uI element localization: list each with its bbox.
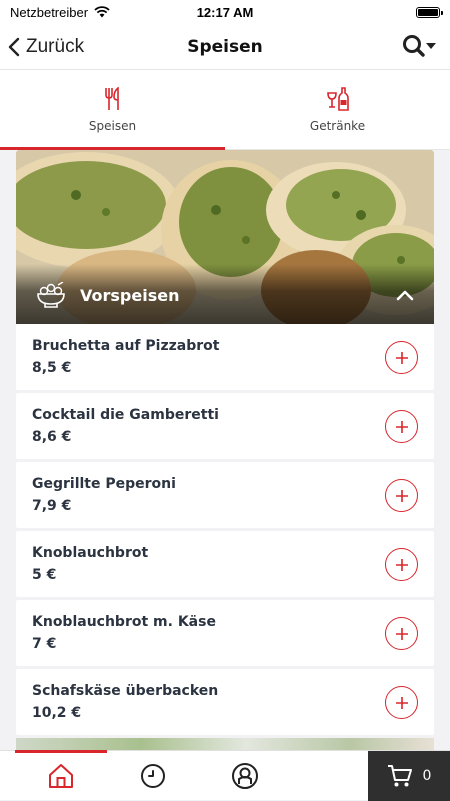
item-name: Bruchetta auf Pizzabrot	[32, 338, 418, 354]
add-to-cart-button[interactable]	[385, 479, 418, 512]
back-label: Zurück	[26, 36, 84, 58]
add-to-cart-button[interactable]	[385, 341, 418, 374]
item-name: Schafskäse überbacken	[32, 683, 418, 699]
status-left: Netzbetreiber	[10, 5, 110, 20]
tab-label: Speisen	[89, 119, 136, 133]
menu-item[interactable]: Cocktail die Gamberetti 8,6 €	[16, 393, 434, 459]
search-icon	[402, 33, 426, 59]
add-to-cart-button[interactable]	[385, 548, 418, 581]
chevron-left-icon	[8, 37, 20, 57]
menu-item[interactable]: Gegrillte Peperoni 7,9 €	[16, 462, 434, 528]
page-title: Speisen	[187, 37, 263, 57]
menu-item[interactable]: Schafskäse überbacken 10,2 €	[16, 669, 434, 735]
item-price: 7 €	[32, 636, 418, 652]
cart-icon	[387, 764, 413, 788]
orders-tab[interactable]	[107, 751, 199, 801]
tab-label: Getränke	[310, 119, 365, 133]
cart-button[interactable]: 0	[368, 751, 450, 801]
item-price: 10,2 €	[32, 705, 418, 721]
category-bar: Vorspeisen	[16, 266, 434, 324]
item-price: 7,9 €	[32, 498, 418, 514]
salad-bowl-icon	[36, 282, 66, 308]
plus-icon	[395, 420, 409, 434]
drinks-icon	[326, 87, 350, 111]
plus-icon	[395, 489, 409, 503]
navigation-bar: Zurück Speisen	[0, 24, 450, 70]
next-category-image[interactable]	[16, 738, 434, 750]
cutlery-icon	[104, 87, 122, 111]
menu-item[interactable]: Knoblauchbrot m. Käse 7 €	[16, 600, 434, 666]
home-tab[interactable]	[15, 751, 107, 801]
add-to-cart-button[interactable]	[385, 617, 418, 650]
item-price: 8,6 €	[32, 429, 418, 445]
status-bar: Netzbetreiber 12:17 AM	[0, 0, 450, 24]
cart-count: 0	[423, 768, 432, 784]
plus-icon	[395, 627, 409, 641]
tab-getraenke[interactable]: Getränke	[225, 70, 450, 149]
carrier-label: Netzbetreiber	[10, 5, 88, 20]
battery-icon	[416, 7, 440, 18]
user-icon	[231, 762, 259, 790]
home-icon	[48, 763, 74, 789]
menu-item[interactable]: Bruchetta auf Pizzabrot 8,5 €	[16, 324, 434, 390]
item-price: 8,5 €	[32, 360, 418, 376]
item-name: Knoblauchbrot	[32, 545, 418, 561]
add-to-cart-button[interactable]	[385, 410, 418, 443]
clock-icon	[140, 763, 166, 789]
plus-icon	[395, 696, 409, 710]
item-name: Cocktail die Gamberetti	[32, 407, 418, 423]
plus-icon	[395, 351, 409, 365]
bottom-navigation: 0	[0, 750, 450, 800]
caret-down-icon	[426, 42, 436, 50]
plus-icon	[395, 558, 409, 572]
chevron-up-icon[interactable]	[396, 289, 414, 301]
category-header-vorspeisen[interactable]: Vorspeisen	[16, 150, 434, 324]
account-tab[interactable]	[199, 751, 291, 801]
menu-item[interactable]: Knoblauchbrot 5 €	[16, 531, 434, 597]
menu-content[interactable]: Vorspeisen Bruchetta auf Pizzabrot 8,5 €…	[16, 150, 434, 750]
item-name: Knoblauchbrot m. Käse	[32, 614, 418, 630]
category-title: Vorspeisen	[80, 286, 179, 305]
category-tabs: Speisen Getränke	[0, 70, 450, 150]
wifi-icon	[94, 6, 110, 18]
back-button[interactable]: Zurück	[8, 24, 84, 70]
tab-speisen[interactable]: Speisen	[0, 70, 225, 149]
add-to-cart-button[interactable]	[385, 686, 418, 719]
item-name: Gegrillte Peperoni	[32, 476, 418, 492]
search-button[interactable]	[402, 33, 436, 59]
item-price: 5 €	[32, 567, 418, 583]
